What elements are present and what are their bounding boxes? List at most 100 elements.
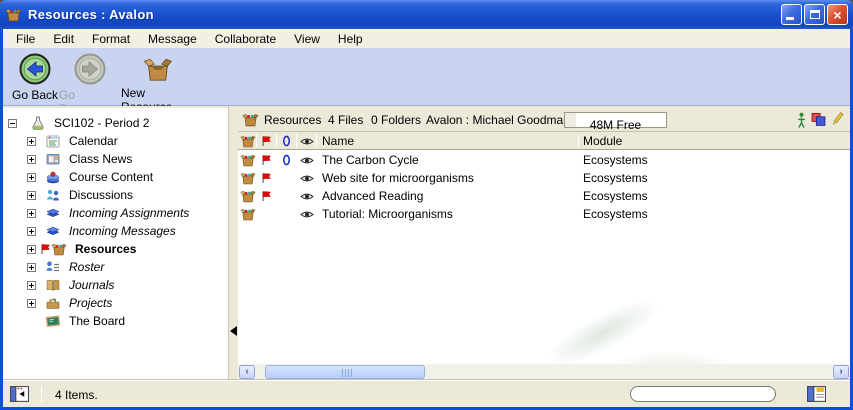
resources-box-icon [51, 241, 67, 257]
flag-icon [260, 190, 272, 202]
tree-item-incoming-assignments[interactable]: Incoming Assignments [3, 204, 228, 222]
statusbar-divider [41, 386, 42, 402]
tree-label: Roster [69, 260, 104, 274]
scroll-left-icon[interactable]: ‹ [239, 365, 255, 379]
pencil-icon[interactable] [831, 111, 844, 128]
messages-icon [45, 223, 61, 239]
panel-splitter[interactable] [228, 106, 238, 380]
file-module: Ecosystems [583, 189, 648, 203]
course-content-icon [45, 169, 61, 185]
tree-item-incoming-messages[interactable]: Incoming Messages [3, 222, 228, 240]
scroll-right-icon[interactable]: › [833, 365, 849, 379]
tree-item-the-board[interactable]: The Board [3, 312, 228, 330]
tree-label: Calendar [69, 134, 118, 148]
expand-expander[interactable] [27, 209, 36, 218]
title-bar[interactable]: Resources : Avalon × [0, 0, 853, 29]
flag-icon [260, 154, 272, 166]
tree-label: Incoming Assignments [69, 206, 189, 220]
resources-panel: Resources 4 Files 0 Folders Avalon : Mic… [238, 108, 850, 380]
panel-title: Resources [264, 113, 321, 127]
maximize-button[interactable] [804, 4, 825, 25]
tree-root-label: SCI102 - Period 2 [54, 116, 149, 130]
layers-icon[interactable] [811, 112, 826, 127]
table-row[interactable]: Advanced Reading Ecosystems [238, 187, 850, 205]
close-button[interactable]: × [827, 4, 848, 25]
expand-expander[interactable] [27, 299, 36, 308]
collapse-expander[interactable] [8, 119, 17, 128]
expand-expander[interactable] [27, 263, 36, 272]
expand-expander[interactable] [27, 191, 36, 200]
expand-expander[interactable] [27, 173, 36, 182]
expand-expander[interactable] [27, 155, 36, 164]
items-count-label: 4 Items. [55, 388, 98, 402]
menu-view[interactable]: View [285, 30, 329, 48]
attachment-icon [281, 153, 292, 167]
horizontal-scrollbar[interactable]: ‹ › [238, 364, 850, 380]
minimize-button[interactable] [781, 4, 802, 25]
visibility-column-icon[interactable] [299, 136, 315, 147]
visible-eye-icon[interactable] [299, 173, 315, 184]
visible-eye-icon[interactable] [299, 191, 315, 202]
file-name: Advanced Reading [322, 189, 423, 203]
menu-collaborate[interactable]: Collaborate [206, 30, 285, 48]
tree-item-journals[interactable]: Journals [3, 276, 228, 294]
folders-count: 0 Folders [371, 113, 421, 127]
free-space-label: 48M Free [590, 118, 641, 132]
table-row[interactable]: Web site for microorganisms Ecosystems [238, 169, 850, 187]
menu-message[interactable]: Message [139, 30, 206, 48]
go-back-button[interactable]: Go Back [11, 52, 59, 102]
resource-file-icon [240, 188, 256, 204]
course-tree-panel: SCI102 - Period 2 Calendar Class N [3, 108, 228, 380]
go-back-label: Go Back [12, 88, 58, 102]
attachment-column-icon[interactable] [281, 134, 292, 148]
board-icon [45, 313, 61, 329]
file-name: Tutorial: Microorganisms [322, 207, 453, 221]
tree-item-discussions[interactable]: Discussions [3, 186, 228, 204]
expand-expander[interactable] [27, 227, 36, 236]
file-module: Ecosystems [583, 171, 648, 185]
window-title: Resources : Avalon [28, 7, 154, 22]
table-row[interactable]: The Carbon Cycle Ecosystems [238, 151, 850, 169]
person-icon[interactable] [796, 112, 807, 129]
flag-icon [39, 243, 51, 255]
tree-item-root[interactable]: SCI102 - Period 2 [3, 114, 228, 132]
tree-label: Projects [69, 296, 112, 310]
menu-edit[interactable]: Edit [44, 30, 83, 48]
menu-help[interactable]: Help [329, 30, 372, 48]
expand-expander[interactable] [27, 281, 36, 290]
column-header-module[interactable]: Module [583, 134, 622, 148]
tree-item-roster[interactable]: Roster [3, 258, 228, 276]
discussions-icon [45, 187, 61, 203]
expand-expander[interactable] [27, 137, 36, 146]
tree-item-projects[interactable]: Projects [3, 294, 228, 312]
file-list: The Carbon Cycle Ecosystems [238, 150, 850, 364]
storage-meter: 48M Free [564, 112, 667, 128]
menu-file[interactable]: File [7, 30, 44, 48]
tree-item-calendar[interactable]: Calendar [3, 132, 228, 150]
visible-eye-icon[interactable] [299, 155, 315, 166]
new-resource-button[interactable]: New Resource [121, 52, 195, 114]
file-module: Ecosystems [583, 207, 648, 221]
tree-label: The Board [69, 314, 125, 328]
menu-format[interactable]: Format [83, 30, 139, 48]
column-header-name[interactable]: Name [322, 134, 354, 148]
collapse-panel-icon[interactable] [230, 326, 237, 336]
visible-eye-icon[interactable] [299, 209, 315, 220]
layout-icon[interactable] [807, 386, 826, 402]
resource-file-icon [240, 170, 256, 186]
tree-label: Journals [69, 278, 114, 292]
journals-icon [45, 277, 61, 293]
resource-column-icon[interactable] [240, 133, 256, 149]
expand-expander[interactable] [27, 245, 36, 254]
tree-item-class-news[interactable]: Class News [3, 150, 228, 168]
panel-info-bar: Resources 4 Files 0 Folders Avalon : Mic… [238, 108, 850, 132]
context-label: Avalon : Michael Goodman [426, 113, 570, 127]
projects-icon [45, 295, 61, 311]
table-row[interactable]: Tutorial: Microorganisms Ecosystems [238, 205, 850, 223]
tree-item-course-content[interactable]: Course Content [3, 168, 228, 186]
tree-item-resources[interactable]: Resources [3, 240, 228, 258]
scrollbar-thumb[interactable] [265, 365, 425, 379]
flag-column-icon[interactable] [260, 135, 272, 147]
file-name: The Carbon Cycle [322, 153, 419, 167]
panel-toggle-icon[interactable] [10, 386, 29, 402]
